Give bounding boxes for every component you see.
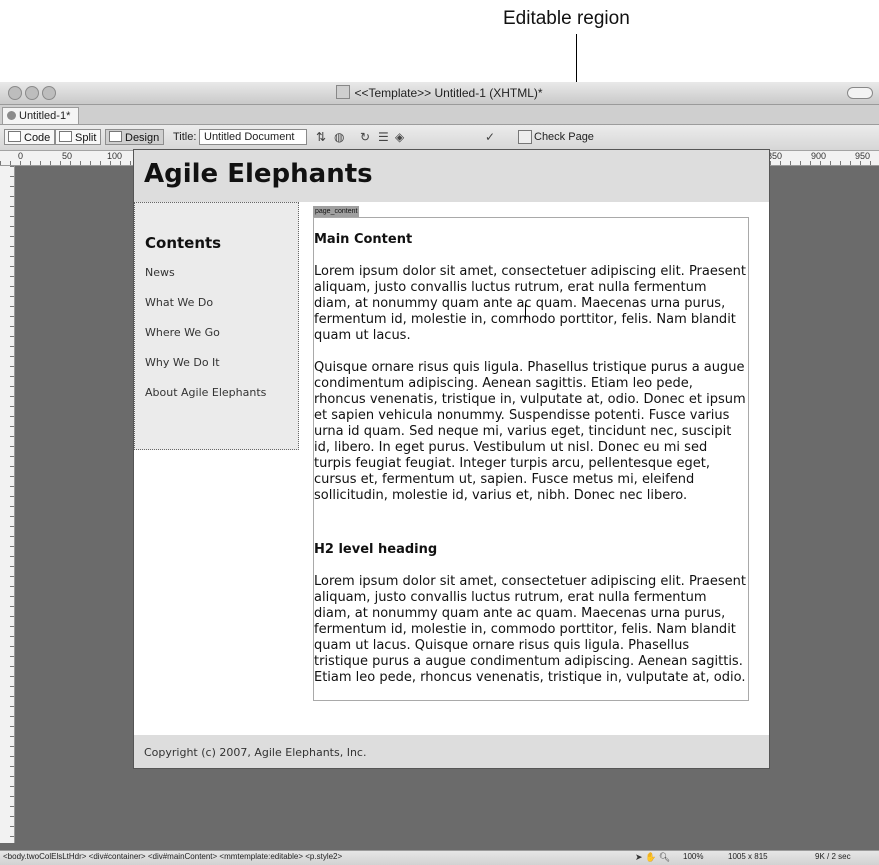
split-view-button[interactable]: Split [55,129,102,145]
document-toolbar: Code Split Design Title: Untitled Docume… [0,125,879,151]
sidebar: Contents News What We Do Where We Go Why… [134,202,299,450]
preview-in-browser-icon[interactable]: ◍ [334,131,344,143]
document-tab[interactable]: Untitled-1* [2,107,80,124]
tag-selector[interactable]: <body.twoColElsLtHdr> <div#container> <d… [3,852,342,861]
editable-region-tag[interactable]: page_content [313,206,360,217]
title-bar: <<Template>> Untitled-1 (XHTML)* [0,82,879,105]
page-header: Agile Elephants [134,150,769,202]
check-page-icon[interactable] [518,130,532,144]
ruler-mark: 0 [18,151,24,161]
window-title: <<Template>> Untitled-1 (XHTML)* [0,85,879,100]
page-footer: Copyright (c) 2007, Agile Elephants, Inc… [134,735,769,768]
h2-heading[interactable]: H2 level heading [314,542,437,557]
sidebar-title[interactable]: Contents [145,234,221,252]
validate-markup-icon[interactable]: ✓ [485,131,495,143]
main-heading[interactable]: Main Content [314,232,412,247]
sidebar-item-what-we-do[interactable]: What We Do [145,296,213,309]
sidebar-item-where-we-go[interactable]: Where We Go [145,326,220,339]
ruler-mark: 900 [811,151,827,161]
footer-text[interactable]: Copyright (c) 2007, Agile Elephants, Inc… [144,746,366,759]
template-page: Agile Elephants Contents News What We Do… [133,149,770,769]
window-size-select[interactable]: 1005 x 815 [728,852,768,861]
split-view-label: Split [75,132,97,144]
tab-status-icon [7,111,16,120]
paragraph-3[interactable]: Lorem ipsum dolor sit amet, consectetuer… [314,574,746,686]
check-page-button[interactable]: Check Page [534,131,594,143]
text-cursor [525,304,526,320]
ruler-mark: 950 [855,151,871,161]
vertical-ruler [0,166,15,843]
document-icon [336,85,351,99]
design-icon [109,131,122,142]
ruler-mark: 50 [62,151,73,161]
ruler-mark: 100 [107,151,123,161]
site-title[interactable]: Agile Elephants [144,159,373,189]
split-icon [59,131,72,142]
paragraph-1[interactable]: Lorem ipsum dolor sit amet, consectetuer… [314,264,746,344]
view-options-icon[interactable]: ☰ [378,131,389,143]
document-tab-bar: Untitled-1* [0,105,879,125]
refresh-icon[interactable]: ↻ [360,131,370,143]
download-size: 9K / 2 sec [815,852,851,861]
select-tool-icon[interactable]: ➤ ✋ 🔍︎ [635,852,670,863]
paragraph-2[interactable]: Quisque ornare risus quis ligula. Phasel… [314,360,746,504]
document-tab-label: Untitled-1* [19,110,71,122]
window-title-text: <<Template>> Untitled-1 (XHTML)* [354,86,543,100]
sidebar-item-news[interactable]: News [145,266,175,279]
document-title-input[interactable]: Untitled Document [199,129,307,145]
code-view-button[interactable]: Code [4,129,56,145]
sidebar-item-about[interactable]: About Agile Elephants [145,386,266,399]
design-view-button[interactable]: Design [105,129,165,145]
sidebar-item-why-we-do-it[interactable]: Why We Do It [145,356,220,369]
code-view-label: Code [24,132,51,144]
code-icon [8,131,21,142]
toolbar-toggle-button[interactable] [847,87,873,99]
file-management-icon[interactable]: ⇅ [316,131,326,143]
visual-aids-icon[interactable]: ◈ [395,131,404,143]
status-bar: <body.twoColElsLtHdr> <div#container> <d… [0,850,879,865]
zoom-select[interactable]: 100% [683,852,703,861]
title-label: Title: [173,131,197,143]
design-view-label: Design [125,132,160,144]
callout-label: Editable region [503,8,630,29]
